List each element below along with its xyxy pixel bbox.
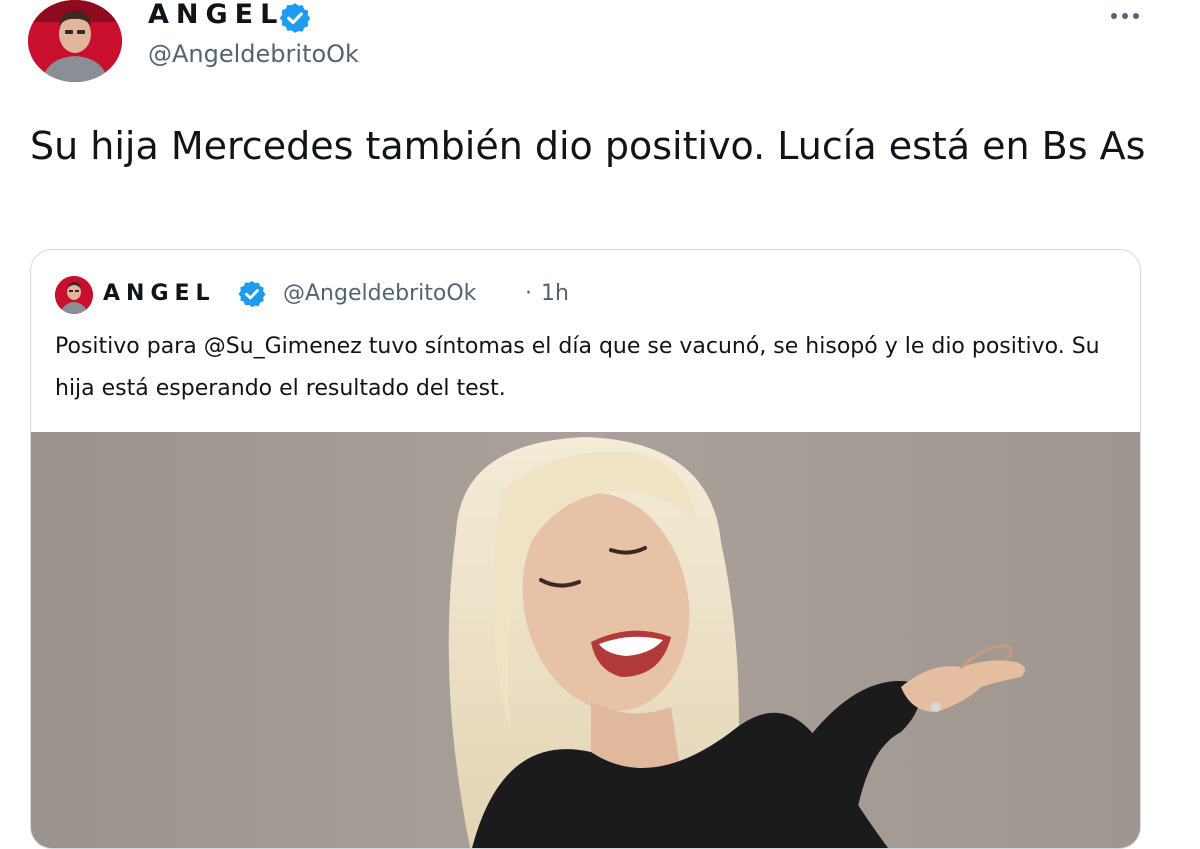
quoted-author-avatar[interactable] (55, 276, 93, 314)
author-avatar[interactable] (28, 0, 122, 82)
quoted-tweet-timestamp[interactable]: 1h (541, 278, 569, 310)
tweet-text: Su hija Mercedes también dio positivo. L… (30, 124, 1146, 168)
quoted-tweet-photo[interactable] (31, 432, 1140, 848)
photo-blonde-woman-icon (31, 432, 1140, 848)
more-dots-icon (1111, 13, 1117, 19)
verified-badge-icon (279, 3, 311, 33)
quoted-tweet-card[interactable]: ANGEL @AngeldebritoOk · 1h Positivo para… (30, 249, 1141, 849)
separator-dot: · (525, 281, 532, 306)
verified-badge-icon (238, 280, 266, 308)
more-dots-icon (1133, 13, 1139, 19)
quoted-author-handle[interactable]: @AngeldebritoOk (283, 278, 476, 310)
author-name[interactable]: ANGEL (148, 0, 284, 32)
more-dots-icon (1122, 13, 1128, 19)
author-handle[interactable]: @AngeldebritoOk (148, 37, 359, 71)
profile-photo-icon (28, 0, 122, 82)
quoted-author-name[interactable]: ANGEL (103, 278, 216, 310)
quoted-tweet-text: Positivo para @Su_Gimenez tuvo síntomas … (55, 334, 1100, 401)
more-options-button[interactable] (1104, 2, 1146, 30)
profile-photo-icon (55, 276, 93, 314)
